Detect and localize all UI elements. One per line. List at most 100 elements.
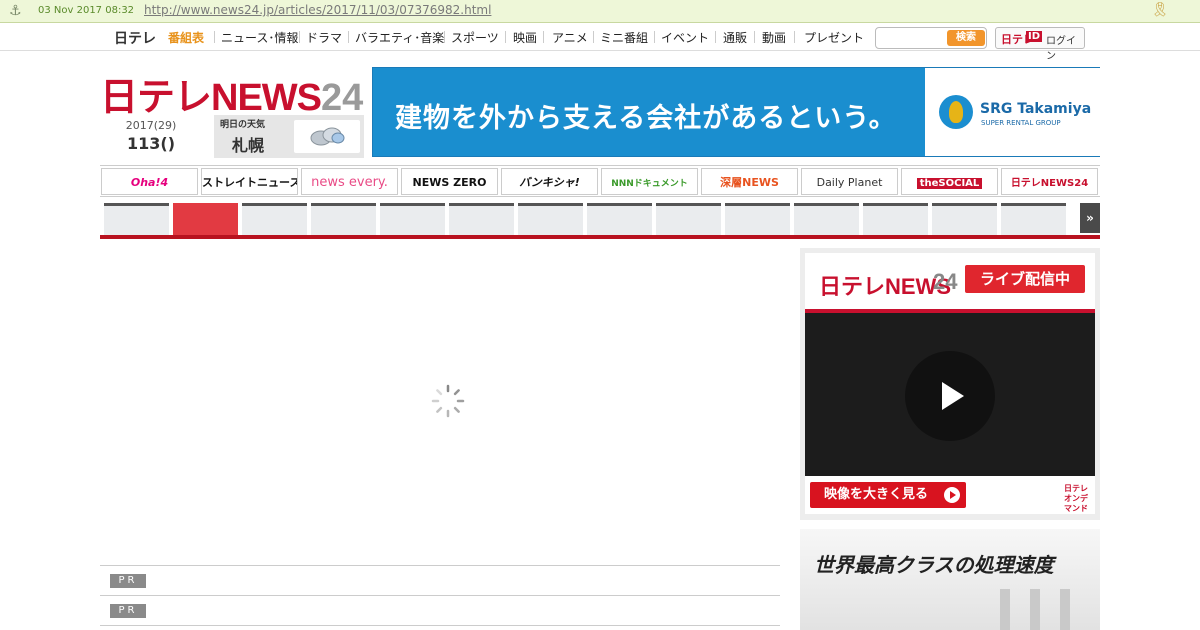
ad-banner-text: 建物を外から支える会社があるという。 <box>395 103 897 134</box>
program-label: news every. <box>311 175 388 190</box>
ad-banner[interactable]: 建物を外から支える会社があるという。 SRG Takamiya SUPER RE… <box>372 67 1100 157</box>
ad-advertiser-box: SRG Takamiya SUPER RENTAL GROUP <box>925 68 1100 156</box>
category-tab[interactable] <box>380 203 445 235</box>
program-label: NEWS ZERO <box>412 176 487 189</box>
site-logo-24: 24 <box>321 77 364 119</box>
program-link[interactable]: theSOCIAL <box>901 168 998 195</box>
live-video-player[interactable] <box>805 309 1095 476</box>
nav-item-movie[interactable]: 映画 <box>513 29 537 46</box>
pr-row[interactable]: PR <box>100 565 780 595</box>
program-link[interactable]: Oha!4 <box>101 168 198 195</box>
live-badge: ライブ配信中 <box>965 265 1085 293</box>
weather-city: 札幌 <box>232 136 265 155</box>
nav-divider <box>794 31 795 43</box>
program-label: Daily Planet <box>816 176 883 189</box>
site-logo[interactable]: 日テレNEWS24 <box>100 66 363 121</box>
nav-divider <box>505 31 506 43</box>
program-label: ストレイトニュース <box>202 176 298 189</box>
ad-advertiser-sub: SUPER RENTAL GROUP <box>981 119 1061 127</box>
nav-divider <box>543 31 544 43</box>
category-tab[interactable] <box>242 203 307 235</box>
login-id-badge: ID <box>1026 31 1043 42</box>
watch-large-button[interactable]: 映像を大きく見る <box>810 482 966 508</box>
nav-item-anime[interactable]: アニメ <box>552 29 588 46</box>
side-ad[interactable]: 世界最高クラスの処理速度 <box>800 529 1100 630</box>
live-stream-box: 日テレNEWS 24 ライブ配信中 映像を大きく見る 日テレ オンデマンド <box>800 248 1100 520</box>
pr-badge: PR <box>110 574 146 588</box>
live-logo-24: 24 <box>933 269 958 294</box>
ad-decoration <box>1030 589 1040 630</box>
date-day: 113() <box>126 134 176 153</box>
program-link[interactable]: 深層NEWS <box>701 168 798 195</box>
nav-item-tsuhan[interactable]: 通販 <box>723 29 747 46</box>
program-link[interactable]: NEWS ZERO <box>401 168 498 195</box>
nav-item-douga[interactable]: 動画 <box>762 29 786 46</box>
category-tab[interactable] <box>449 203 514 235</box>
login-button[interactable]: 日テレ ID ログイン <box>995 27 1085 62</box>
live-header: 日テレNEWS 24 ライブ配信中 <box>805 253 1095 309</box>
nav-item-event[interactable]: イベント <box>661 29 709 46</box>
cloud-icon <box>310 127 345 146</box>
date-year: 2017(29) <box>125 119 177 132</box>
category-tab-active[interactable] <box>173 203 238 235</box>
program-label: 日テレNEWS24 <box>1010 178 1089 189</box>
ntv-logo[interactable]: 日テレ <box>114 28 156 48</box>
category-tab[interactable] <box>656 203 721 235</box>
weather-widget[interactable]: 明日の天気 札幌 <box>214 115 364 158</box>
date-display: 2017(29) 113() <box>118 119 184 153</box>
category-tab[interactable] <box>725 203 790 235</box>
nav-divider <box>299 31 300 43</box>
weather-label: 明日の天気 <box>220 120 266 130</box>
nav-item-bangumihyo[interactable]: 番組表 <box>168 29 204 46</box>
program-link[interactable]: Daily Planet <box>801 168 898 195</box>
ad-advertiser-name: SRG Takamiya <box>980 101 1092 117</box>
nav-item-variety[interactable]: バラエティ･音楽 <box>355 29 444 46</box>
ad-decoration <box>1000 589 1010 630</box>
weather-icon-box <box>294 120 360 153</box>
nav-divider <box>348 31 349 43</box>
ad-decoration <box>1060 589 1070 630</box>
play-icon[interactable] <box>905 351 995 441</box>
category-tab[interactable] <box>104 203 169 235</box>
program-label: NNNドキュメント <box>611 179 688 189</box>
program-link[interactable]: 日テレNEWS24 <box>1001 168 1098 195</box>
nav-divider <box>444 31 445 43</box>
pr-row[interactable]: PR <box>100 595 780 626</box>
program-logo-row: Oha!4 ストレイトニュース news every. NEWS ZERO バン… <box>100 165 1100 197</box>
program-label: 深層NEWS <box>720 176 779 189</box>
live-logo-main: 日テレNEWS <box>819 274 952 299</box>
program-link[interactable]: バンキシャ! <box>501 168 598 195</box>
category-tab[interactable] <box>863 203 928 235</box>
nav-item-mini[interactable]: ミニ番組 <box>600 29 648 46</box>
program-link[interactable]: ストレイトニュース <box>201 168 298 195</box>
archive-url-link[interactable]: http://www.news24.jp/articles/2017/11/03… <box>144 3 491 17</box>
live-footer: 映像を大きく見る 日テレ オンデマンド <box>805 476 1095 514</box>
category-tab[interactable] <box>932 203 997 235</box>
site-logo-main: 日テレNEWS <box>100 77 322 119</box>
program-link[interactable]: news every. <box>301 168 398 195</box>
nav-divider <box>654 31 655 43</box>
nav-item-sports[interactable]: スポーツ <box>451 29 499 46</box>
category-tab[interactable] <box>518 203 583 235</box>
loading-spinner-icon <box>431 384 465 418</box>
category-tab[interactable] <box>1001 203 1066 235</box>
category-tab[interactable] <box>587 203 652 235</box>
archive-date: 03 Nov 2017 08:32 <box>38 5 135 16</box>
nav-divider <box>593 31 594 43</box>
nav-item-present[interactable]: プレゼント <box>804 29 864 46</box>
program-link[interactable]: NNNドキュメント <box>601 168 698 195</box>
pr-badge: PR <box>110 604 146 618</box>
category-tab[interactable] <box>311 203 376 235</box>
nav-item-drama[interactable]: ドラマ <box>306 29 342 46</box>
ribbon-icon[interactable]: 🎗 <box>1151 2 1169 20</box>
category-tab[interactable] <box>794 203 859 235</box>
ntv-ondemand-logo[interactable]: 日テレ オンデマンド <box>1063 484 1089 513</box>
anchor-icon[interactable]: ⚓ <box>9 3 25 19</box>
watch-large-label: 映像を大きく見る <box>824 487 929 502</box>
archive-bar: ⚓ 03 Nov 2017 08:32 http://www.news24.jp… <box>0 0 1200 23</box>
search-button[interactable]: 検索 <box>947 30 985 46</box>
nav-item-news[interactable]: ニュース･情報 <box>221 29 298 46</box>
nav-divider <box>214 31 215 43</box>
tabs-more-button[interactable]: » <box>1080 203 1100 233</box>
nav-divider <box>754 31 755 43</box>
